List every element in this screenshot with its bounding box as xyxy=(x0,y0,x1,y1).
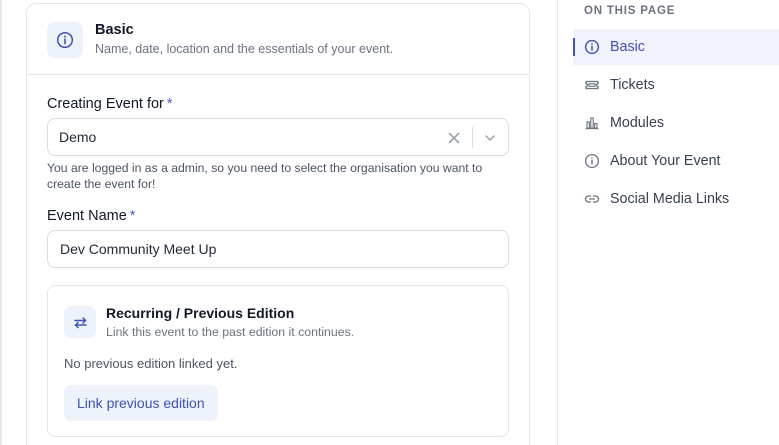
left-edge-border xyxy=(0,0,2,445)
section-subtitle: Name, date, location and the essentials … xyxy=(95,42,394,56)
section-header: Basic Name, date, location and the essen… xyxy=(27,4,529,75)
required-marker: * xyxy=(166,96,173,112)
modules-icon xyxy=(585,117,599,130)
select-separator xyxy=(472,127,473,148)
toc-item-social-media-links[interactable]: Social Media Links xyxy=(573,181,779,217)
event-name-label-text: Event Name xyxy=(47,208,127,224)
repeat-icon xyxy=(64,306,96,338)
organisation-label: Creating Event for * xyxy=(47,96,173,112)
organisation-select[interactable]: Demo xyxy=(47,118,509,156)
toc-item-label: Basic xyxy=(610,39,645,55)
recurring-status: No previous edition linked yet. xyxy=(64,356,238,371)
toc-item-modules[interactable]: Modules xyxy=(573,105,779,141)
toc-item-about-your-event[interactable]: About Your Event xyxy=(573,143,779,179)
ticket-icon xyxy=(585,80,599,90)
toc-item-label: Social Media Links xyxy=(610,191,730,207)
organisation-help-text: You are logged in as a admin, so you nee… xyxy=(47,161,483,191)
section-title: Basic xyxy=(95,22,134,38)
link-icon xyxy=(584,195,600,203)
toc-item-basic[interactable]: Basic xyxy=(573,29,779,65)
toc-item-label: Tickets xyxy=(610,77,655,93)
info-icon xyxy=(584,153,600,169)
link-previous-edition-button[interactable]: Link previous edition xyxy=(64,385,218,421)
required-marker: * xyxy=(129,208,136,224)
recurring-subtitle: Link this event to the past edition it c… xyxy=(106,325,355,339)
toc-item-label: Modules xyxy=(610,115,665,131)
event-name-label: Event Name * xyxy=(47,208,135,224)
toc-item-tickets[interactable]: Tickets xyxy=(573,67,779,103)
event-name-input[interactable] xyxy=(47,230,509,268)
info-icon xyxy=(47,22,83,58)
clear-icon[interactable] xyxy=(444,128,464,148)
organisation-label-text: Creating Event for xyxy=(47,96,164,112)
toc-heading: ON THIS PAGE xyxy=(584,5,676,17)
info-icon xyxy=(584,39,600,55)
organisation-select-value: Demo xyxy=(59,129,97,145)
sidebar-divider xyxy=(557,0,558,445)
chevron-down-icon[interactable] xyxy=(480,128,500,148)
toc-item-label: About Your Event xyxy=(610,153,721,169)
recurring-title: Recurring / Previous Edition xyxy=(106,305,295,321)
toc-active-indicator xyxy=(573,38,575,56)
recurring-card: Recurring / Previous Edition Link this e… xyxy=(47,285,509,437)
